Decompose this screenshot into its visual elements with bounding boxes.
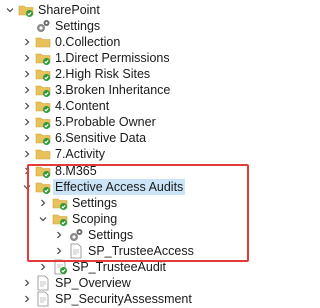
folder-check-icon: [35, 114, 51, 130]
tree-node-label: SP_SecurityAssessment: [55, 291, 192, 306]
tree-node-label: 3.Broken Inheritance: [55, 83, 171, 98]
folder-check-icon: [18, 2, 34, 18]
chevron-right-icon[interactable]: [23, 86, 31, 94]
chevron-right-icon[interactable]: [23, 38, 31, 46]
folder-check-icon: [35, 163, 51, 179]
tree-node-label: SharePoint: [38, 3, 100, 17]
folder-check-icon: [35, 82, 51, 98]
chevron-right-icon[interactable]: [55, 231, 63, 239]
chevron-right-icon[interactable]: [39, 263, 47, 271]
folder-icon: [35, 34, 51, 50]
document-icon: [35, 291, 51, 307]
chevron-down-icon[interactable]: [39, 215, 47, 223]
chevron-right-icon[interactable]: [23, 118, 31, 126]
tree-node-label: SP_TrusteeAccess: [88, 243, 194, 258]
chevron-right-icon[interactable]: [23, 295, 31, 303]
tree-node-label: 6.Sensitive Data: [55, 131, 147, 146]
folder-check-icon: [35, 179, 51, 195]
tree-node-label: Settings: [55, 19, 101, 34]
chevron-right-icon[interactable]: [23, 279, 31, 287]
folder-icon: [35, 146, 51, 162]
chevron-right-icon[interactable]: [23, 70, 31, 78]
navigation-tree: SharePoint Settings 0.Collection 1.Direc…: [0, 0, 256, 308]
settings-gears-icon: [35, 18, 51, 34]
document-icon: [68, 243, 84, 259]
folder-check-icon: [35, 130, 51, 146]
folder-check-icon: [52, 195, 68, 211]
tree-node-label: 5.Probable Owner: [55, 115, 156, 130]
settings-gears-icon: [68, 227, 84, 243]
tree-node-label: 1.Direct Permissions: [55, 51, 170, 66]
tree-node-label: 8.M365: [55, 163, 97, 178]
document-icon: [35, 275, 51, 291]
chevron-right-icon[interactable]: [23, 134, 31, 142]
tree-node-label: 2.High Risk Sites: [55, 67, 151, 82]
tree-node-sp-securityassessment[interactable]: SP_SecurityAssessment: [0, 290, 256, 308]
tree-node-label: 4.Content: [55, 99, 110, 114]
tree-node-label: Settings: [72, 195, 118, 210]
chevron-right-icon[interactable]: [55, 247, 63, 255]
tree-node-label: SP_TrusteeAudit: [72, 259, 167, 274]
chevron-right-icon[interactable]: [23, 54, 31, 62]
chevron-right-icon[interactable]: [23, 102, 31, 110]
chevron-down-icon[interactable]: [23, 183, 31, 191]
folder-check-icon: [35, 50, 51, 66]
chevron-right-icon[interactable]: [23, 150, 31, 158]
chevron-down-icon[interactable]: [6, 6, 14, 14]
folder-check-icon: [35, 66, 51, 82]
tree-node-label: Settings: [88, 227, 134, 242]
chevron-right-icon[interactable]: [23, 167, 31, 175]
tree-node-label: 7.Activity: [55, 147, 106, 162]
folder-check-icon: [52, 211, 68, 227]
chevron-right-icon[interactable]: [39, 199, 47, 207]
tree-node-label: SP_Overview: [55, 275, 131, 290]
folder-check-icon: [35, 98, 51, 114]
tree-node-label: 0.Collection: [55, 35, 121, 50]
document-check-icon: [52, 259, 68, 275]
tree-node-label: Scoping: [72, 211, 118, 226]
tree-node-label: Effective Access Audits: [53, 178, 186, 195]
